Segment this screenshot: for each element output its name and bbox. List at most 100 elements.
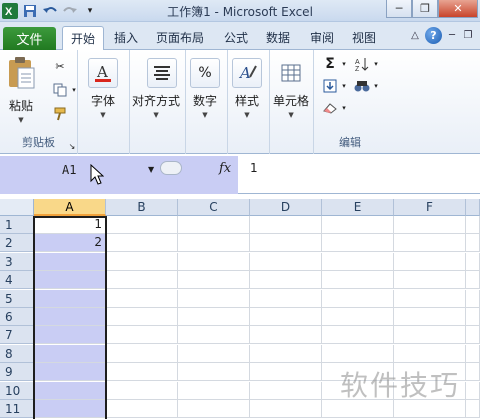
- cell-b5[interactable]: [106, 289, 178, 308]
- cell-f3[interactable]: [394, 252, 466, 271]
- cell-d10[interactable]: [250, 381, 322, 400]
- minimize-button[interactable]: ─: [386, 0, 412, 18]
- cell-e1[interactable]: [322, 216, 394, 234]
- column-header-b[interactable]: B: [106, 199, 178, 216]
- name-box-dropdown-icon[interactable]: ▼: [148, 165, 154, 174]
- select-all-corner[interactable]: [0, 199, 34, 216]
- cell-e2[interactable]: [322, 234, 394, 253]
- tab-review[interactable]: 审阅: [310, 29, 334, 46]
- cell-c7[interactable]: [178, 326, 250, 345]
- cell-e8[interactable]: [322, 344, 394, 363]
- cell-f8[interactable]: [394, 344, 466, 363]
- tab-insert[interactable]: 插入: [114, 29, 138, 46]
- cell-d3[interactable]: [250, 252, 322, 271]
- sort-dropdown-icon[interactable]: ▾: [368, 56, 384, 72]
- font-button[interactable]: A 字体 ▼: [88, 58, 118, 119]
- cell-f6[interactable]: [394, 308, 466, 326]
- cell-c5[interactable]: [178, 289, 250, 308]
- cell-b7[interactable]: [106, 326, 178, 345]
- paste-dropdown-icon[interactable]: ▼: [18, 116, 23, 124]
- autosum-dropdown-icon[interactable]: ▾: [336, 56, 352, 72]
- cell-e7[interactable]: [322, 326, 394, 345]
- alignment-dropdown-icon[interactable]: ▼: [153, 111, 158, 119]
- column-header-a[interactable]: A: [34, 199, 106, 216]
- column-header-e[interactable]: E: [322, 199, 394, 216]
- tab-page-layout[interactable]: 页面布局: [156, 29, 204, 46]
- row-header-11[interactable]: 11: [0, 400, 34, 418]
- cell-e5[interactable]: [322, 289, 394, 308]
- row-header-5[interactable]: 5: [0, 289, 34, 308]
- cell-d7[interactable]: [250, 326, 322, 345]
- help-icon[interactable]: ?: [425, 27, 442, 44]
- cell-d9[interactable]: [250, 363, 322, 382]
- clear-dropdown-icon[interactable]: ▾: [336, 100, 352, 116]
- close-button[interactable]: ✕: [438, 0, 478, 18]
- column-header-d[interactable]: D: [250, 199, 322, 216]
- cell-d2[interactable]: [250, 234, 322, 253]
- cell-c8[interactable]: [178, 344, 250, 363]
- cell-d8[interactable]: [250, 344, 322, 363]
- cells-button[interactable]: 单元格 ▼: [273, 58, 309, 119]
- cell-c4[interactable]: [178, 271, 250, 290]
- restore-button[interactable]: ❐: [412, 0, 438, 18]
- cell-f7[interactable]: [394, 326, 466, 345]
- row-header-10[interactable]: 10: [0, 381, 34, 400]
- number-dropdown-icon[interactable]: ▼: [202, 111, 207, 119]
- row-header-4[interactable]: 4: [0, 271, 34, 290]
- cell-b9[interactable]: [106, 363, 178, 382]
- cell-b11[interactable]: [106, 400, 178, 418]
- row-header-9[interactable]: 9: [0, 363, 34, 382]
- tab-file[interactable]: 文件: [3, 27, 56, 50]
- row-header-2[interactable]: 2: [0, 234, 34, 253]
- row-header-1[interactable]: 1: [0, 216, 34, 234]
- name-box[interactable]: A1 ▼ fx: [0, 156, 238, 194]
- font-dropdown-icon[interactable]: ▼: [100, 111, 105, 119]
- cell-d4[interactable]: [250, 271, 322, 290]
- cell-b8[interactable]: [106, 344, 178, 363]
- tab-formulas[interactable]: 公式: [224, 29, 248, 46]
- formula-input[interactable]: 1: [250, 161, 258, 175]
- format-painter-icon[interactable]: [52, 106, 68, 122]
- cell-c3[interactable]: [178, 252, 250, 271]
- cell-b6[interactable]: [106, 308, 178, 326]
- cell-f4[interactable]: [394, 271, 466, 290]
- minimize-ribbon-icon[interactable]: △: [409, 30, 421, 41]
- cell-e4[interactable]: [322, 271, 394, 290]
- cell-f2[interactable]: [394, 234, 466, 253]
- tab-view[interactable]: 视图: [352, 29, 376, 46]
- doc-minimize-icon[interactable]: ─: [446, 30, 458, 41]
- cell-d1[interactable]: [250, 216, 322, 234]
- paste-button[interactable]: 粘贴 ▼: [6, 56, 36, 124]
- alignment-button[interactable]: 对齐方式 ▼: [132, 58, 180, 119]
- cell-c9[interactable]: [178, 363, 250, 382]
- row-header-8[interactable]: 8: [0, 344, 34, 363]
- cell-d6[interactable]: [250, 308, 322, 326]
- cell-e3[interactable]: [322, 252, 394, 271]
- cell-b3[interactable]: [106, 252, 178, 271]
- cells-dropdown-icon[interactable]: ▼: [288, 111, 293, 119]
- row-header-6[interactable]: 6: [0, 308, 34, 326]
- cell-c11[interactable]: [178, 400, 250, 418]
- number-button[interactable]: % 数字 ▼: [190, 58, 220, 119]
- fill-dropdown-icon[interactable]: ▾: [336, 78, 352, 94]
- cut-icon[interactable]: ✂: [52, 58, 68, 74]
- column-header-c[interactable]: C: [178, 199, 250, 216]
- cell-c1[interactable]: [178, 216, 250, 234]
- cell-f1[interactable]: [394, 216, 466, 234]
- insert-function-icon[interactable]: fx: [219, 161, 231, 176]
- doc-restore-icon[interactable]: ❐: [462, 30, 474, 41]
- cell-b10[interactable]: [106, 381, 178, 400]
- cell-b2[interactable]: [106, 234, 178, 253]
- row-header-3[interactable]: 3: [0, 252, 34, 271]
- cell-e6[interactable]: [322, 308, 394, 326]
- styles-button[interactable]: A 样式 ▼: [232, 58, 262, 119]
- cell-d11[interactable]: [250, 400, 322, 418]
- tab-data[interactable]: 数据: [266, 29, 290, 46]
- cell-d5[interactable]: [250, 289, 322, 308]
- cell-b1[interactable]: [106, 216, 178, 234]
- cell-f5[interactable]: [394, 289, 466, 308]
- cell-b4[interactable]: [106, 271, 178, 290]
- formula-bar-splitter[interactable]: [160, 161, 182, 175]
- cell-c2[interactable]: [178, 234, 250, 253]
- cell-c6[interactable]: [178, 308, 250, 326]
